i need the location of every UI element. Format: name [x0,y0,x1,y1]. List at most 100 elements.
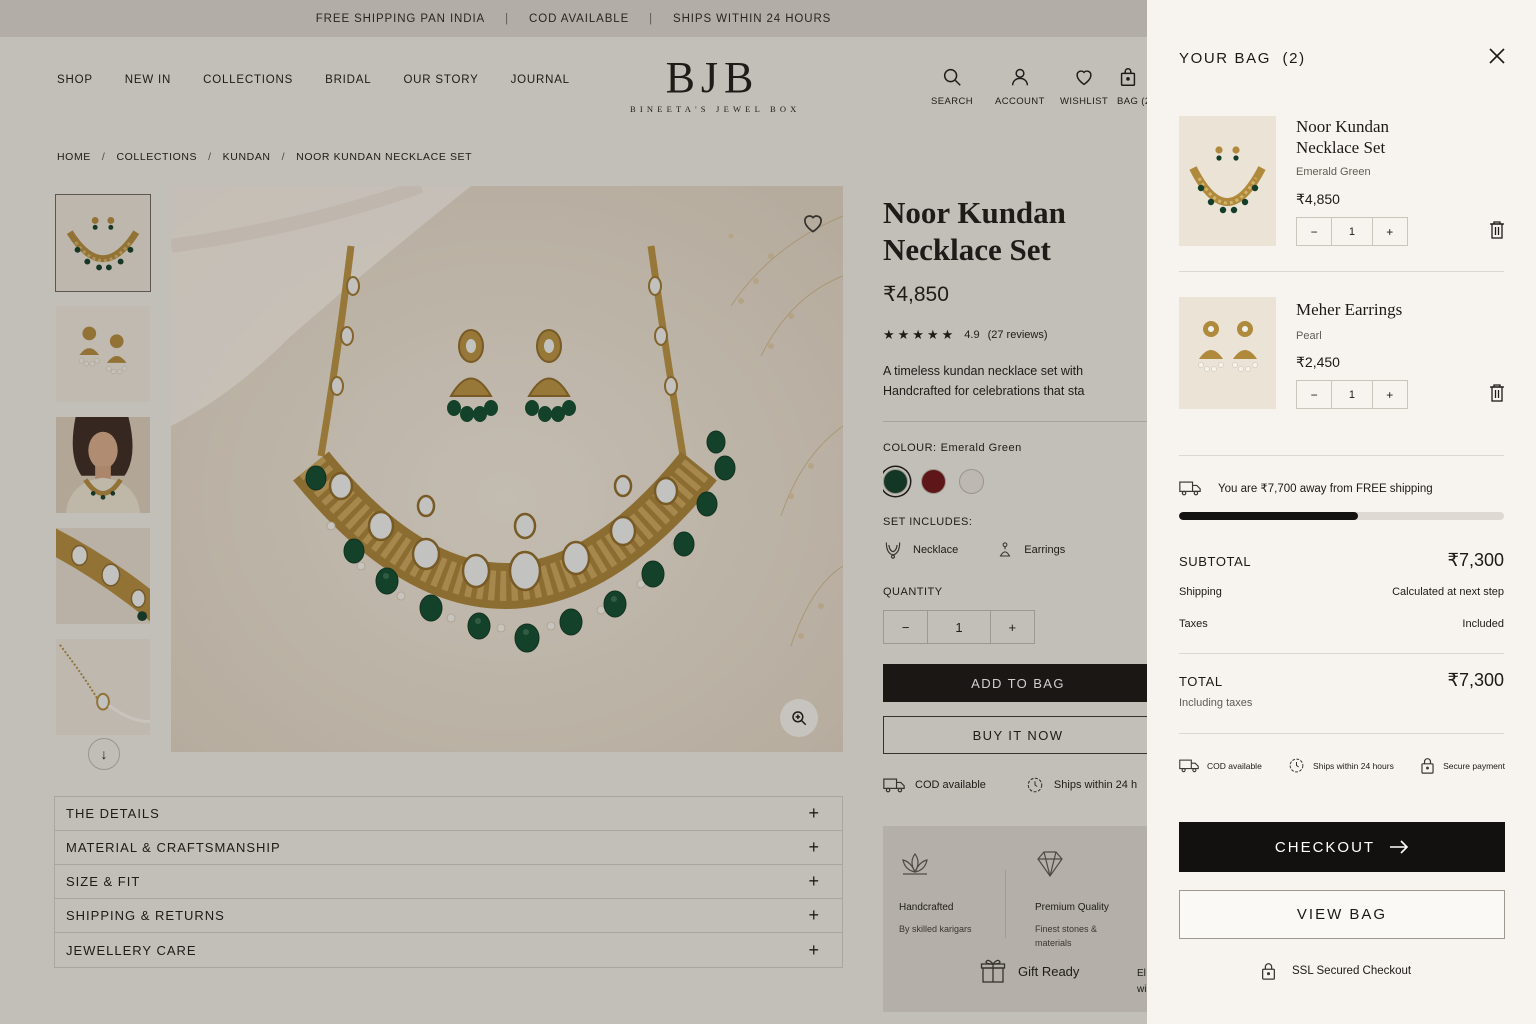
diamond-icon [1037,851,1063,878]
thumbnail-necklace-set[interactable] [55,194,151,292]
accordion-the-details[interactable]: THE DETAILS + [55,797,842,831]
accordion-label: MATERIAL & CRAFTSMANSHIP [66,840,281,855]
zoom-in-icon [792,711,807,726]
promo-premium-sub-line: materials [1035,938,1072,948]
nav-our-story[interactable]: OUR STORY [403,74,478,86]
cart-item-price: ₹4,850 [1296,191,1340,207]
set-includes: Necklace Earrings [883,540,1147,560]
breadcrumb-home[interactable]: HOME [57,151,91,163]
breadcrumb-collections[interactable]: COLLECTIONS [116,151,197,163]
free-shipping-progress-fill [1179,512,1358,520]
cart-item-decrease-button[interactable]: − [1297,218,1331,245]
breadcrumb-current: NOOR KUNDAN NECKLACE SET [296,151,473,163]
swatch-ruby-red[interactable] [921,469,946,494]
thumbnail-model-image [56,417,150,513]
wishlist-button[interactable]: WISHLIST [1060,66,1108,107]
cart-item-price: ₹2,450 [1296,354,1340,370]
search-icon [943,68,961,86]
promo-premium-sub: Finest stones & materials [1035,922,1109,950]
thumbnail-chain-detail[interactable] [55,638,151,736]
nav-shop[interactable]: SHOP [57,74,93,86]
accordion-material-craftsmanship[interactable]: MATERIAL & CRAFTSMANSHIP + [55,831,842,865]
necklace-icon [885,542,901,559]
view-bag-button[interactable]: VIEW BAG [1179,890,1505,939]
trash-icon[interactable] [1489,383,1505,403]
lotus-icon [902,852,928,875]
accordion-size-fit[interactable]: SIZE & FIT + [55,865,842,899]
cart-item-image[interactable] [1179,116,1276,246]
checkout-button[interactable]: CHECKOUT [1179,822,1505,872]
earring-icon [999,542,1011,557]
search-button[interactable]: SEARCH [931,66,973,107]
clock-icon [1027,777,1043,793]
swatch-pearl-white[interactable] [959,469,984,494]
buy-it-now-button[interactable]: BUY IT NOW [883,716,1147,754]
nav-collections[interactable]: COLLECTIONS [203,74,293,86]
brand-logo[interactable]: BJB BINEETA'S JEWEL BOX [630,54,801,115]
swatch-emerald-green[interactable] [883,469,908,494]
necklace-illustration [171,186,843,752]
subtotal-label: SUBTOTAL [1179,554,1252,569]
product-accordion: THE DETAILS + MATERIAL & CRAFTSMANSHIP + S… [54,796,843,968]
trust-badges: COD available Ships within 24 hours Secu… [1179,757,1505,774]
logo-tagline: BINEETA'S JEWEL BOX [630,104,801,114]
close-icon[interactable] [1487,46,1507,66]
total-row: TOTAL ₹7,300 [1179,670,1504,691]
breadcrumb-kundan[interactable]: KUNDAN [223,151,271,163]
accordion-jewellery-care[interactable]: JEWELLERY CARE + [55,933,842,967]
thumbnail-closeup[interactable] [55,527,151,625]
ssl-label: SSL Secured Checkout [1292,965,1412,977]
heart-icon [1076,70,1092,86]
cart-title-text: YOUR BAG [1179,50,1271,67]
lock-icon [1421,758,1434,774]
cart-item-increase-button[interactable]: + [1373,381,1407,408]
description-line: Handcrafted for celebrations that sta [883,384,1085,398]
cart-item-decrease-button[interactable]: − [1297,381,1331,408]
product-rating[interactable]: ★★★★★ 4.9 (27 reviews) [883,327,1147,343]
taxes-label: Taxes [1179,618,1208,630]
trust-secure: Secure payment [1420,757,1505,774]
divider [1179,455,1504,456]
colour-label-text: COLOUR: [883,442,937,454]
bag-button[interactable]: BAG (2 [1117,66,1151,107]
cart-item-quantity[interactable]: 1 [1331,218,1373,245]
trust-cod: COD available [1179,758,1262,773]
promo-handcrafted: Handcrafted By skilled karigars [899,850,972,936]
product-price: ₹4,850 [883,283,949,306]
cart-item-increase-button[interactable]: + [1373,218,1407,245]
cart-item-quantity[interactable]: 1 [1331,381,1373,408]
cart-item-quantity-stepper: − 1 + [1296,217,1408,246]
quantity-value[interactable]: 1 [927,611,991,643]
nav-new-in[interactable]: NEW IN [125,74,171,86]
quantity-increase-button[interactable]: + [991,611,1034,643]
thumbnail-scroll-down-button[interactable]: ↓ [88,738,120,770]
colour-label: COLOUR: Emerald Green [883,442,1147,454]
zoom-button[interactable] [780,699,818,737]
promo-premium-title: Premium Quality [1035,902,1109,913]
trust-ships: Ships within 24 hours [1288,757,1394,774]
account-button[interactable]: ACCOUNT [995,66,1045,107]
nav-journal[interactable]: JOURNAL [511,74,570,86]
accordion-label: THE DETAILS [66,806,160,821]
trash-icon[interactable] [1489,220,1505,240]
promo-premium-quality: Premium Quality Finest stones & materials [1035,850,1109,950]
quantity-decrease-button[interactable]: − [884,611,927,643]
cart-item-name-line: Noor Kundan [1296,117,1390,136]
promo-gift-label: Gift Ready [1018,963,1080,979]
image-wishlist-icon[interactable] [800,210,826,236]
add-to-bag-button[interactable]: ADD TO BAG [883,664,1147,702]
breadcrumb: HOME / COLLECTIONS / KUNDAN / NOOR KUNDA… [57,151,472,163]
cart-item-name[interactable]: Noor Kundan Necklace Set [1296,116,1426,158]
plus-icon: + [808,837,820,857]
accordion-shipping-returns[interactable]: SHIPPING & RETURNS + [55,899,842,933]
thumbnail-earrings[interactable] [55,305,151,403]
thumbnail-model[interactable] [55,416,151,514]
main-nav: SHOP NEW IN COLLECTIONS BRIDAL OUR STORY… [57,74,570,86]
nav-bridal[interactable]: BRIDAL [325,74,371,86]
cart-item-name[interactable]: Meher Earrings [1296,299,1426,320]
cart-item-image[interactable] [1179,297,1276,409]
trust-cod-label: COD available [1207,760,1262,771]
main-product-image[interactable] [171,186,843,752]
includes-necklace-label: Necklace [913,544,959,556]
includes-earrings: Earrings [996,540,1065,560]
